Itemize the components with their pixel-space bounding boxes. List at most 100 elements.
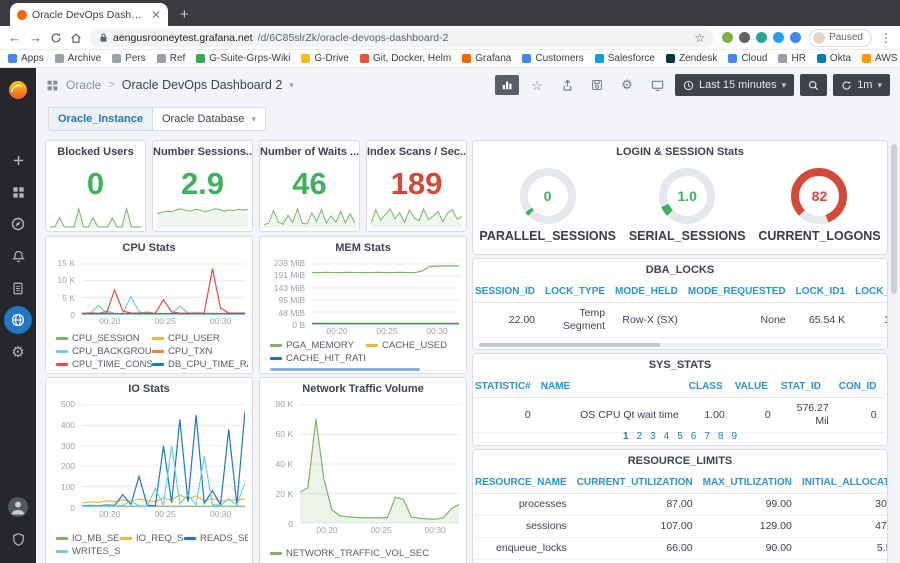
tab-close-icon[interactable]: ✕ <box>151 8 161 22</box>
bookmark-item[interactable]: Ref <box>156 53 185 64</box>
world-globe-icon[interactable] <box>4 306 32 334</box>
zoom-out-button[interactable] <box>800 74 828 96</box>
legend-item[interactable]: CPU_TXN <box>152 345 248 358</box>
reports-document-icon[interactable] <box>4 274 32 302</box>
browser-menu-icon[interactable]: ⋮ <box>880 31 892 45</box>
bookmark-item[interactable]: HR <box>778 53 806 64</box>
column-header[interactable]: VALUE <box>732 376 779 398</box>
column-header[interactable]: SESSION_ID <box>473 281 544 303</box>
bookmark-item[interactable]: AWS Login <box>862 53 900 64</box>
page-number[interactable]: 1 <box>623 431 629 442</box>
page-number[interactable]: 8 <box>718 431 724 442</box>
page-number[interactable]: 7 <box>704 431 710 442</box>
variable-value-dropdown[interactable]: Oracle Database ▾ <box>153 108 265 130</box>
bookmark-item[interactable]: G-Drive <box>301 53 349 64</box>
extension-icon[interactable] <box>739 32 751 43</box>
time-range-picker[interactable]: Last 15 minutes ▾ <box>675 74 795 96</box>
column-header[interactable]: INITIAL_ALLOCATION <box>799 472 887 494</box>
bookmark-item[interactable]: Salesforce <box>594 53 655 64</box>
extension-icon[interactable] <box>790 32 802 43</box>
legend-item[interactable]: DB_CPU_TIME_RATIO <box>152 358 248 371</box>
share-dashboard-button[interactable] <box>555 75 579 95</box>
column-header[interactable]: CURRENT_UTILIZATION <box>574 472 701 494</box>
legend-item[interactable]: CACHE_USED <box>366 339 462 352</box>
breadcrumb-dashboard-title[interactable]: Oracle DevOps Dashboard 2 <box>122 78 283 92</box>
add-panel-button[interactable] <box>495 75 519 95</box>
explore-compass-icon[interactable] <box>4 210 32 238</box>
panel-title[interactable]: MEM Stats <box>260 237 466 259</box>
legend-item[interactable]: IO_REQ_SEC <box>120 532 184 545</box>
horizontal-scrollbar[interactable] <box>479 343 881 347</box>
star-dashboard-button[interactable]: ☆ <box>525 75 549 95</box>
save-dashboard-button[interactable] <box>585 75 609 95</box>
column-header[interactable]: CON_ID <box>836 376 885 398</box>
chart-plot[interactable] <box>312 263 459 325</box>
panel-title[interactable]: IO Stats <box>46 378 252 400</box>
page-number[interactable]: 6 <box>691 431 697 442</box>
panel-title[interactable]: CPU Stats <box>46 237 252 259</box>
chart-plot[interactable] <box>300 404 459 524</box>
panel-title[interactable]: Number of Waits ... <box>260 141 359 163</box>
breadcrumb-folder[interactable]: Oracle <box>66 78 101 92</box>
refresh-picker[interactable]: 1m ▾ <box>833 74 890 96</box>
panel-title[interactable]: DBA_LOCKS <box>473 259 887 281</box>
legend-scrollbar[interactable] <box>270 368 420 371</box>
back-icon[interactable]: ← <box>8 31 21 44</box>
bookmark-item[interactable]: Zendesk <box>665 53 717 64</box>
bookmark-item[interactable]: Pers <box>112 53 146 64</box>
profile-paused-button[interactable]: Paused <box>809 28 872 47</box>
column-header[interactable]: NAME <box>538 376 687 398</box>
bookmark-item[interactable]: Cloud <box>728 53 767 64</box>
panel-title[interactable]: SYS_STATS <box>473 354 887 376</box>
reload-icon[interactable] <box>50 32 62 44</box>
bookmark-item[interactable]: Git, Docker, Helm <box>359 53 451 64</box>
column-header[interactable]: MAX_UTILIZATION <box>700 472 800 494</box>
address-bar[interactable]: aengusrooneytest.grafana.net /d/6C85slrZ… <box>90 28 715 47</box>
page-scrollbar[interactable] <box>891 144 897 294</box>
page-number[interactable]: 3 <box>650 431 656 442</box>
page-number[interactable]: 2 <box>637 431 643 442</box>
dashboards-icon[interactable] <box>4 178 32 206</box>
legend-item[interactable]: CPU_SESSION <box>56 332 152 345</box>
bookmark-item[interactable]: Apps <box>8 53 44 64</box>
page-number[interactable]: 5 <box>677 431 683 442</box>
forward-icon[interactable]: → <box>29 31 42 44</box>
chart-plot[interactable] <box>82 263 245 315</box>
alerts-bell-icon[interactable] <box>4 242 32 270</box>
browser-tab[interactable]: Oracle DevOps Dashboard 2 - ✕ <box>10 3 168 26</box>
column-header[interactable]: STATISTIC# <box>473 376 539 398</box>
dashboard-settings-gear-icon[interactable]: ⚙ <box>615 75 639 95</box>
legend-item[interactable]: IO_MB_SEC <box>56 532 120 545</box>
chart-plot[interactable] <box>82 404 245 508</box>
help-shield-icon[interactable] <box>4 525 32 553</box>
page-number[interactable]: 9 <box>731 431 737 442</box>
home-icon[interactable] <box>70 32 82 44</box>
bookmark-star-icon[interactable]: ☆ <box>694 31 705 45</box>
panel-title[interactable]: Number Sessions... <box>153 141 252 163</box>
grafana-logo-icon[interactable] <box>4 76 32 104</box>
dashboard-grid-icon[interactable] <box>46 79 59 92</box>
legend-item[interactable]: READS_SEC <box>184 532 248 545</box>
legend-item[interactable]: CPU_BACKGROUND <box>56 345 152 358</box>
user-avatar[interactable] <box>4 493 32 521</box>
bookmark-item[interactable]: Grafana <box>462 53 511 64</box>
legend-item[interactable]: WRITES_SEC <box>56 545 120 558</box>
column-header[interactable]: MODE_REQUESTED <box>685 281 794 303</box>
column-header[interactable]: MODE_HELD <box>613 281 686 303</box>
extension-icon[interactable] <box>756 32 768 43</box>
legend-item[interactable]: CPU_USER <box>152 332 248 345</box>
page-number[interactable]: 4 <box>664 431 670 442</box>
new-tab-button[interactable]: + <box>180 7 189 22</box>
column-header[interactable]: LOCK_ID2 <box>853 281 887 303</box>
column-header[interactable]: LOCK_TYPE <box>543 281 614 303</box>
legend-item[interactable]: CPU_TIME_CONSUMED <box>56 358 152 371</box>
bookmark-item[interactable]: G-Suite-Grps-Wiki <box>196 53 290 64</box>
extension-icon[interactable] <box>722 32 734 43</box>
tv-mode-button[interactable] <box>645 75 669 95</box>
panel-title[interactable]: Index Scans / Sec... <box>367 141 466 163</box>
bookmark-item[interactable]: Archive <box>54 53 101 64</box>
column-header[interactable]: LOCK_ID1 <box>793 281 854 303</box>
legend-item[interactable]: CACHE_HIT_RATIO <box>270 352 366 365</box>
panel-title[interactable]: Network Traffic Volume <box>260 378 466 400</box>
column-header[interactable]: CLASS <box>686 376 733 398</box>
